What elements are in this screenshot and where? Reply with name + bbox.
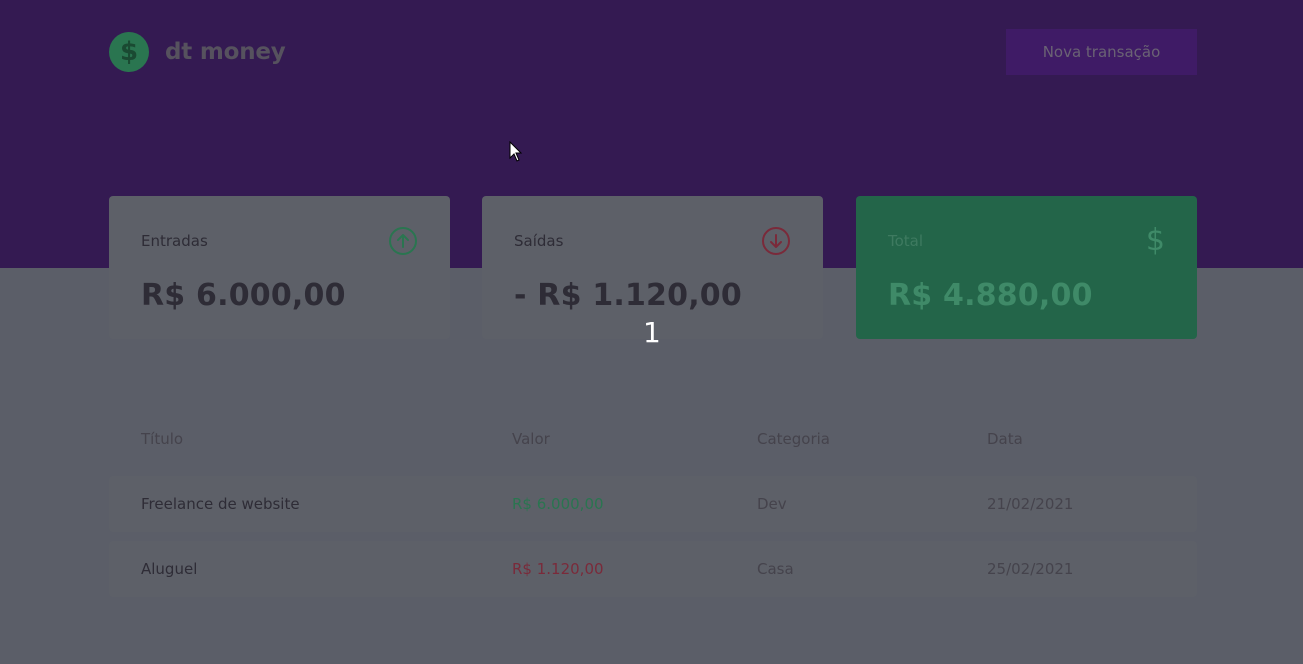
transaction-amount: R$ 1.120,00 (512, 560, 604, 578)
arrow-circle-up-icon (389, 227, 417, 255)
transaction-title: Freelance de website (141, 495, 300, 513)
income-value: R$ 6.000,00 (141, 278, 346, 313)
column-header-date: Data (987, 430, 1023, 448)
transaction-date: 21/02/2021 (987, 495, 1074, 513)
dollar-icon: $ (1145, 223, 1165, 258)
income-label: Entradas (141, 232, 208, 250)
transaction-amount: R$ 6.000,00 (512, 495, 604, 513)
total-card: Total $ R$ 4.880,00 (856, 196, 1197, 339)
dollar-logo-icon: $ (109, 32, 149, 72)
transaction-date: 25/02/2021 (987, 560, 1074, 578)
step-number-overlay: 1 (643, 316, 661, 349)
arrow-circle-down-icon (762, 227, 790, 255)
transaction-category: Casa (757, 560, 794, 578)
table-header: Título Valor Categoria Data (109, 427, 1197, 451)
total-label: Total (888, 232, 924, 250)
mouse-cursor-icon (509, 141, 523, 162)
table-row: Freelance de website R$ 6.000,00 Dev 21/… (109, 476, 1197, 532)
outcome-value: - R$ 1.120,00 (514, 278, 742, 313)
table-row: Aluguel R$ 1.120,00 Casa 25/02/2021 (109, 541, 1197, 597)
transaction-category: Dev (757, 495, 787, 513)
income-card: Entradas R$ 6.000,00 (109, 196, 450, 339)
total-value: R$ 4.880,00 (888, 278, 1093, 313)
column-header-title: Título (141, 430, 184, 448)
column-header-category: Categoria (757, 430, 831, 448)
app-name: dt money (165, 39, 286, 65)
logo: $ dt money (109, 32, 286, 72)
column-header-amount: Valor (512, 430, 550, 448)
new-transaction-button[interactable]: Nova transação (1006, 29, 1197, 75)
outcome-label: Saídas (514, 232, 564, 250)
transaction-title: Aluguel (141, 560, 198, 578)
